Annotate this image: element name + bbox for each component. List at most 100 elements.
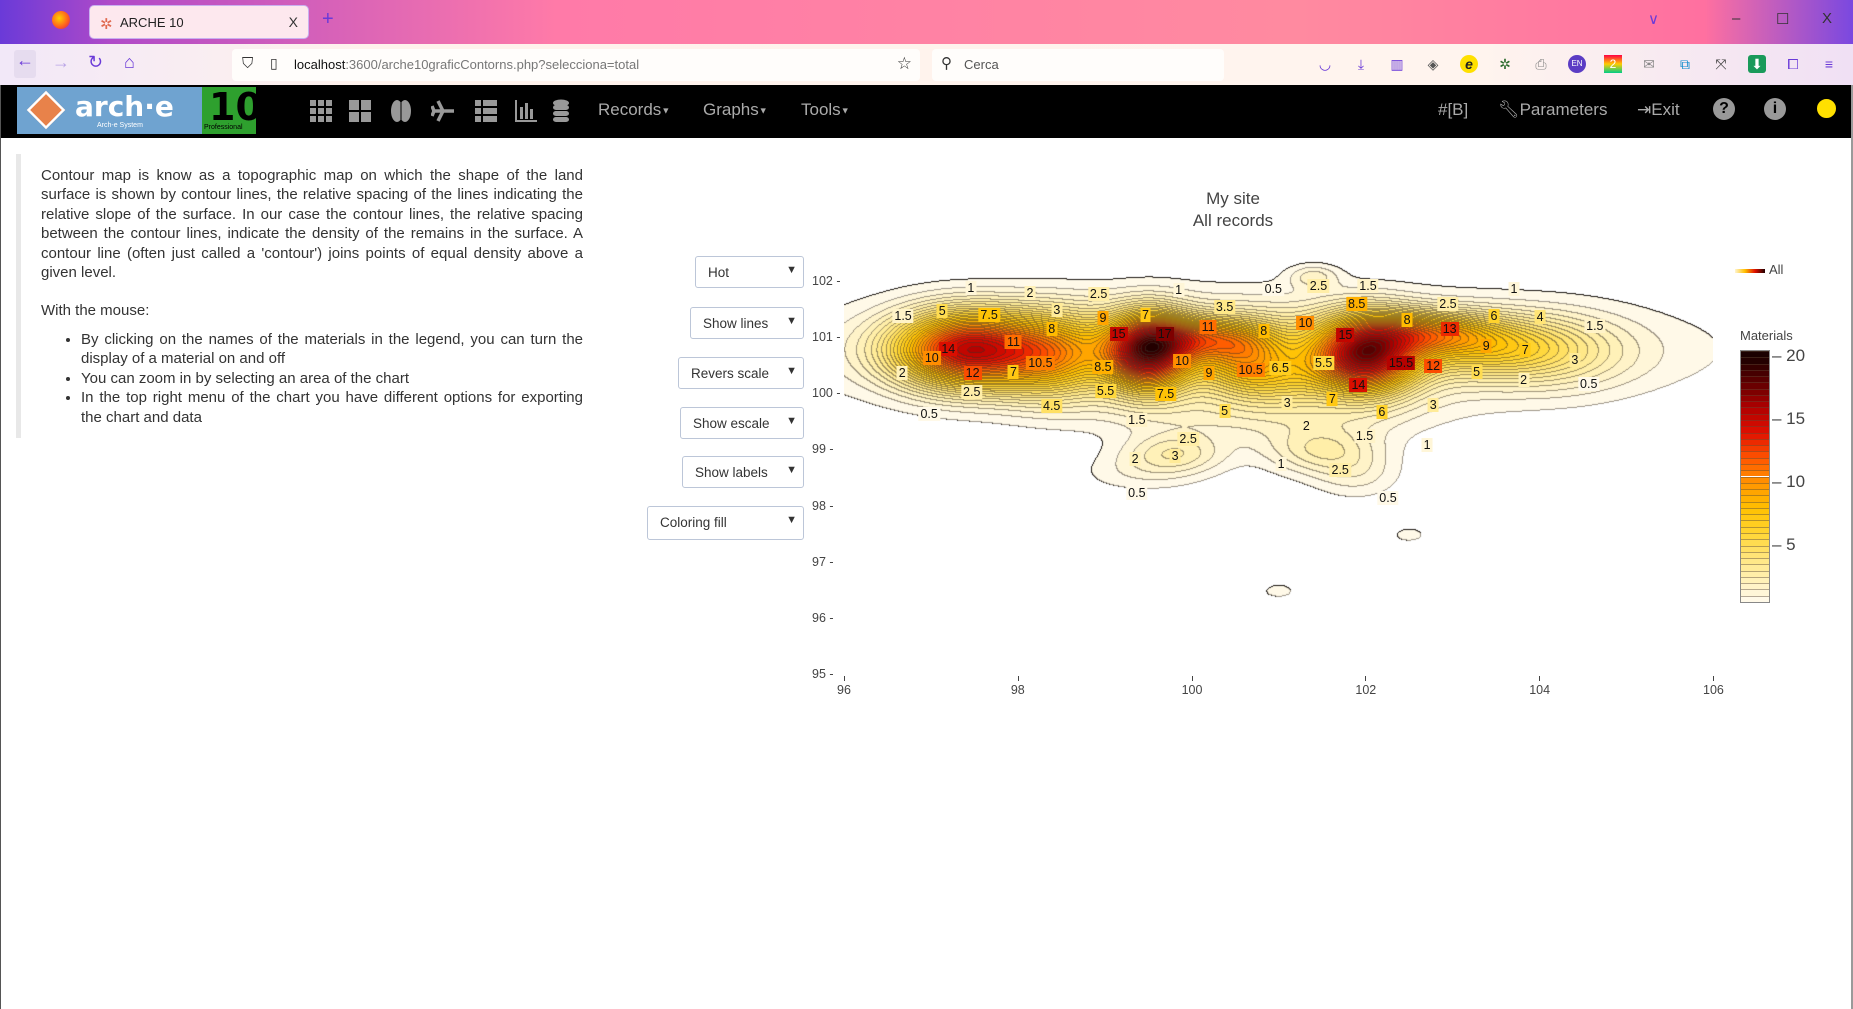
minimize-button[interactable]: – (1732, 10, 1740, 27)
contour-label: 9 (1097, 311, 1109, 326)
contour-label: 7 (1007, 364, 1019, 379)
contour-label: 1 (1173, 282, 1185, 297)
new-tab-button[interactable]: + (322, 8, 334, 31)
contour-label: 1.5 (1126, 413, 1148, 428)
globe-icon[interactable] (1815, 97, 1838, 120)
extension-icon[interactable]: ✲ (1496, 55, 1514, 73)
contour-label: 7 (1519, 343, 1531, 358)
list-tabs-icon[interactable]: ∨ (1648, 10, 1659, 28)
home-icon[interactable]: ⌂ (124, 52, 135, 73)
search-icon: ⚲ (941, 55, 952, 72)
lines-select[interactable]: Show lines ▼ (690, 307, 804, 339)
chart-title-main: My site (1206, 189, 1260, 208)
tab-close-icon[interactable]: X (289, 14, 298, 30)
tab-title: ARCHE 10 (120, 15, 184, 30)
extension-icon[interactable]: 2 (1604, 55, 1622, 73)
mail-icon[interactable]: ✉ (1640, 55, 1658, 73)
sign-out-icon: ⇥ (1637, 100, 1652, 119)
windows-icon[interactable] (348, 99, 372, 123)
download-icon[interactable]: ⤓ (1352, 55, 1370, 73)
colorbar-band (1741, 376, 1769, 383)
bar-chart-icon[interactable] (514, 99, 538, 123)
y-tick-label: 96 - (812, 610, 834, 625)
colorbar-band (1741, 564, 1769, 571)
contour-label: 15.5 (1386, 356, 1416, 371)
colorbar-band (1741, 576, 1769, 584)
contour-label: 7 (1326, 391, 1338, 406)
contour-label: 6.5 (1269, 361, 1291, 376)
contour-label: 3 (1051, 303, 1063, 318)
contour-label: 2.5 (1177, 432, 1199, 447)
arche-logo[interactable]: arch·e Arch-e System (17, 87, 202, 134)
plane-icon[interactable] (431, 99, 455, 123)
logo-text: arch·e (75, 90, 174, 123)
contour-label: 9 (1480, 339, 1492, 353)
menu-graphs-label: Graphs (703, 100, 759, 119)
pocket-icon[interactable]: ◡ (1316, 55, 1334, 73)
labels-select[interactable]: Show labels ▼ (682, 456, 804, 488)
description-paragraph: Contour map is know as a topographic map… (41, 167, 583, 282)
reader-view-icon[interactable]: ▥ (1388, 55, 1406, 73)
contour-label: 14 (1349, 377, 1368, 392)
back-icon[interactable]: ← (14, 50, 36, 78)
version-badge: 10 Professional (202, 85, 262, 134)
menu-records[interactable]: Records▼ (598, 100, 670, 120)
contour-plot[interactable]: 1 2 2.5 1 0.5 2.5 1.5 1 1.5 5 7.5 3 9 7 3.5 11 17 8.5 2.5 8… (844, 248, 1713, 680)
reload-icon[interactable]: ↻ (88, 52, 103, 73)
extensions-icon[interactable]: ⧠ (1784, 55, 1802, 73)
download-manager-icon[interactable]: ⬇ (1748, 55, 1766, 73)
extension-icon[interactable]: ◈ (1424, 55, 1442, 73)
translate-icon[interactable]: ⧉ (1676, 55, 1694, 73)
list-icon[interactable] (474, 99, 498, 123)
show-scale-select[interactable]: Show escale ▼ (680, 407, 804, 439)
colorbar-band (1741, 545, 1769, 552)
extension-et-icon[interactable]: e (1460, 55, 1478, 73)
help-icon[interactable]: ? (1713, 98, 1735, 120)
contour-label: 3.5 (1213, 299, 1236, 314)
contour-label: 3 (1169, 449, 1181, 464)
colorbar-band (1741, 501, 1769, 508)
url-bar[interactable]: ⛉ ▯ localhost:3600/arche10graficContorns… (232, 49, 920, 81)
colorbar-band (1741, 438, 1769, 446)
colorscale-select[interactable]: Hot ▼ (695, 256, 804, 288)
menu-tools[interactable]: Tools▼ (801, 100, 850, 120)
shield-icon[interactable]: ⛉ (242, 55, 253, 72)
colorbar-band (1741, 514, 1769, 521)
contour-label: 2 (1024, 285, 1036, 300)
info-icon[interactable]: i (1764, 98, 1786, 120)
forward-icon[interactable]: → (52, 52, 70, 73)
colorbar-band (1741, 388, 1769, 395)
grid-icon[interactable] (309, 99, 333, 123)
firefox-icon[interactable] (52, 11, 70, 29)
parameters-link[interactable]: 🔧︎Parameters (1498, 100, 1607, 120)
reverse-scale-select[interactable]: Revers scale ▼ (678, 357, 804, 389)
colorbar-band (1741, 551, 1769, 559)
colorbar-band (1741, 369, 1769, 377)
menu-graphs[interactable]: Graphs▼ (703, 100, 768, 120)
exit-link[interactable]: ⇥Exit (1637, 100, 1680, 120)
contour-label: 12 (1424, 358, 1443, 373)
bookmark-star-icon[interactable]: ☆ (897, 54, 912, 74)
legend-item-all[interactable]: All (1735, 262, 1783, 277)
menu-icon[interactable]: ≡ (1820, 55, 1838, 73)
language-extension-icon[interactable]: EN (1568, 55, 1586, 73)
y-tick-label: 102 - (812, 274, 841, 288)
coloring-select[interactable]: Coloring fill ▼ (647, 506, 804, 540)
contour-label: 3 (1427, 397, 1439, 412)
mouse-heading: With the mouse: (41, 302, 150, 319)
colorbar-band (1741, 526, 1769, 533)
extension-icon[interactable]: ⤧ (1712, 55, 1730, 73)
menu-records-label: Records (598, 100, 662, 119)
search-bar[interactable]: ⚲ Cerca (932, 49, 1224, 81)
select-value: Coloring fill (660, 515, 727, 530)
print-icon[interactable]: ⎙ (1532, 55, 1550, 73)
wrench-icon: 🔧︎ (1498, 100, 1520, 119)
browser-tab[interactable]: ✲ ARCHE 10 X (89, 5, 309, 39)
close-window-button[interactable]: X (1822, 10, 1832, 27)
database-icon[interactable] (549, 99, 573, 123)
maximize-button[interactable]: ☐ (1776, 10, 1789, 28)
hash-b-link[interactable]: #[B] (1438, 100, 1468, 120)
url-text[interactable]: localhost:3600/arche10graficContorns.php… (294, 57, 639, 72)
brain-icon[interactable] (389, 99, 413, 123)
colorbar-band (1741, 532, 1769, 540)
